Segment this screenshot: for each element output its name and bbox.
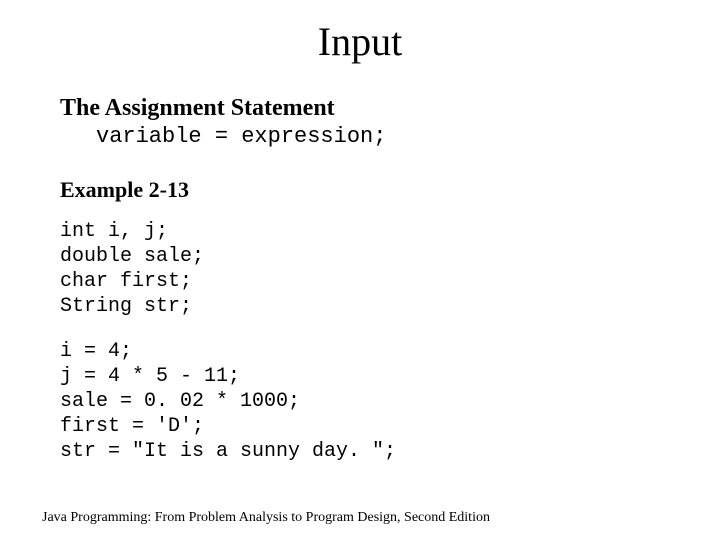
code-assignments: i = 4; j = 4 * 5 - 11; sale = 0. 02 * 10… [60,339,660,464]
slide-title: Input [60,18,660,65]
code-declarations: int i, j; double sale; char first; Strin… [60,219,660,319]
footer-text: Java Programming: From Problem Analysis … [42,510,490,526]
section-heading: The Assignment Statement [60,95,660,122]
syntax-line: variable = expression; [96,124,660,149]
example-label: Example 2-13 [60,177,660,203]
